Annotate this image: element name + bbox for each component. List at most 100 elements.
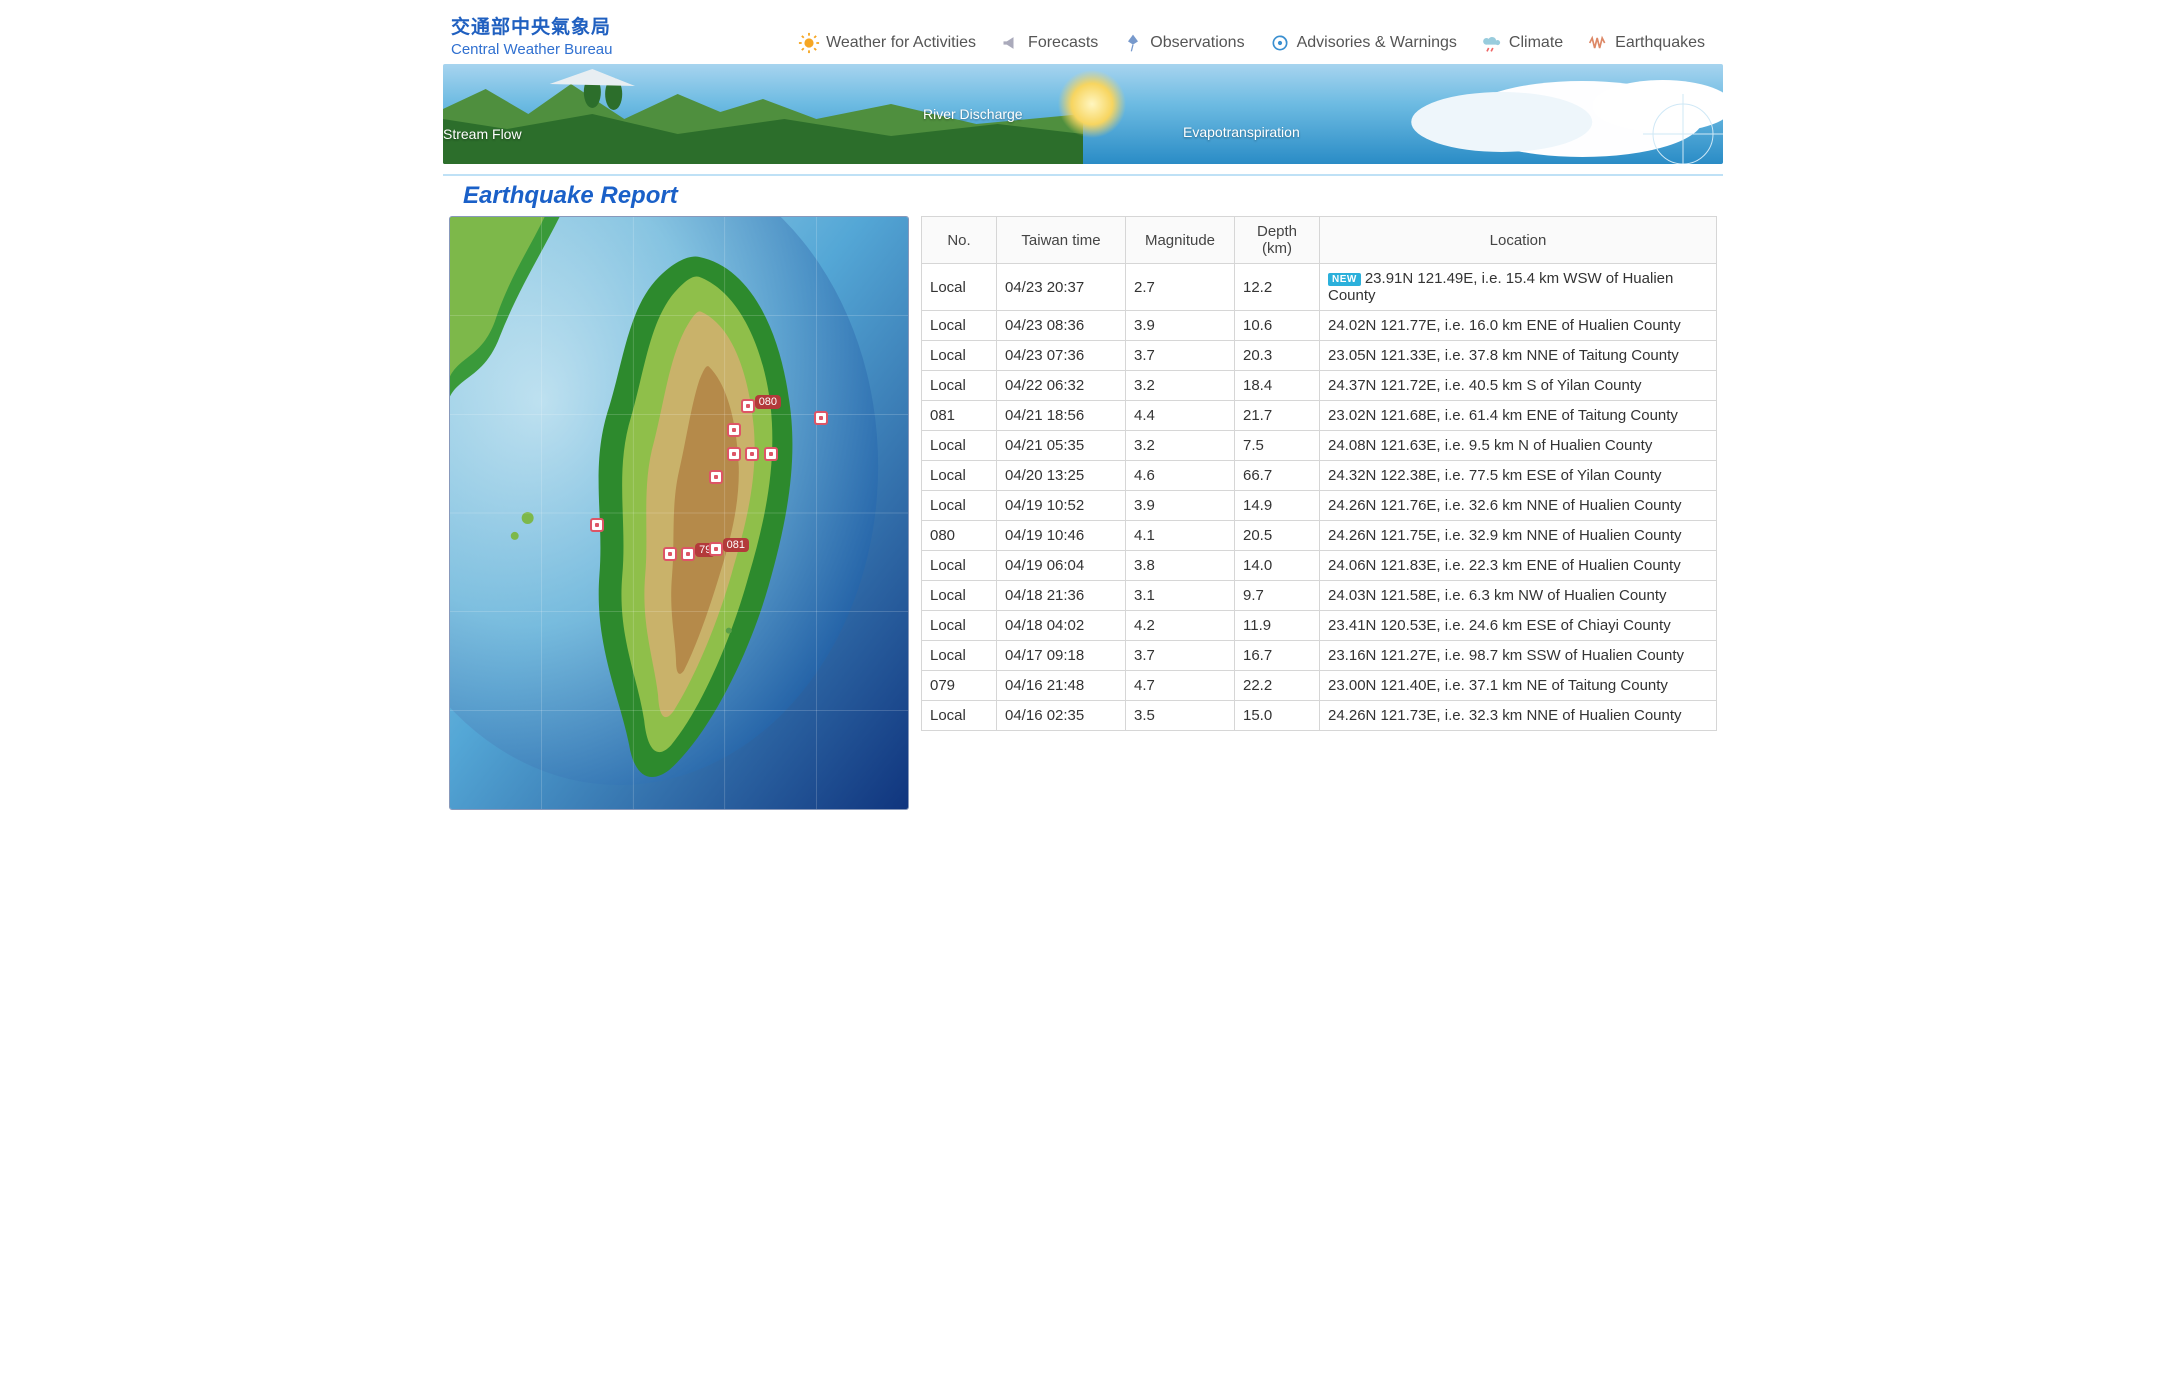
- cell-depth: 11.9: [1235, 611, 1320, 641]
- cell-no: 079: [922, 671, 997, 701]
- cell-no: Local: [922, 431, 997, 461]
- cell-location: 23.02N 121.68E, i.e. 61.4 km ENE of Tait…: [1320, 401, 1717, 431]
- epicenter-icon: [663, 547, 677, 561]
- table-row[interactable]: 08104/21 18:564.421.723.02N 121.68E, i.e…: [922, 401, 1717, 431]
- cell-time: 04/20 13:25: [997, 461, 1126, 491]
- table-row[interactable]: Local04/16 02:353.515.024.26N 121.73E, i…: [922, 701, 1717, 731]
- table-row[interactable]: Local04/17 09:183.716.723.16N 121.27E, i…: [922, 641, 1717, 671]
- table-row[interactable]: Local04/23 07:363.720.323.05N 121.33E, i…: [922, 341, 1717, 371]
- nav-label: Observations: [1150, 34, 1244, 52]
- nav-label: Advisories & Warnings: [1297, 34, 1457, 52]
- cell-no: Local: [922, 341, 997, 371]
- cell-no: 081: [922, 401, 997, 431]
- nav-label: Earthquakes: [1615, 34, 1705, 52]
- table-row[interactable]: Local04/23 08:363.910.624.02N 121.77E, i…: [922, 311, 1717, 341]
- cell-magnitude: 3.9: [1126, 491, 1235, 521]
- megaphone-icon: [1000, 32, 1022, 54]
- table-row[interactable]: Local04/21 05:353.27.524.08N 121.63E, i.…: [922, 431, 1717, 461]
- th-mag: Magnitude: [1126, 217, 1235, 264]
- cell-depth: 14.0: [1235, 551, 1320, 581]
- banner-streamflow-link[interactable]: Stream Flow: [443, 126, 522, 142]
- map-svg: [450, 217, 908, 809]
- table-header-row: No. Taiwan time Magnitude Depth (km) Loc…: [922, 217, 1717, 264]
- epicenter-icon: [764, 447, 778, 461]
- nav-advisories[interactable]: Advisories & Warnings: [1257, 32, 1469, 54]
- cell-time: 04/16 21:48: [997, 671, 1126, 701]
- cell-magnitude: 4.6: [1126, 461, 1235, 491]
- wave-icon: [1587, 32, 1609, 54]
- table-row[interactable]: Local04/19 10:523.914.924.26N 121.76E, i…: [922, 491, 1717, 521]
- epicenter-icon: [727, 423, 741, 437]
- epicenter-marker[interactable]: [727, 423, 741, 437]
- epicenter-marker[interactable]: [814, 411, 828, 425]
- epicenter-icon: [590, 518, 604, 532]
- cell-no: Local: [922, 371, 997, 401]
- epicenter-marker[interactable]: [663, 547, 677, 561]
- table-row[interactable]: Local04/20 13:254.666.724.32N 122.38E, i…: [922, 461, 1717, 491]
- epicenter-label: 081: [723, 538, 749, 552]
- table-row[interactable]: Local04/18 04:024.211.923.41N 120.53E, i…: [922, 611, 1717, 641]
- header: 交通部中央氣象局 Central Weather Bureau Weather …: [443, 0, 1723, 64]
- epicenter-marker[interactable]: [590, 518, 604, 532]
- cell-magnitude: 3.7: [1126, 641, 1235, 671]
- cell-time: 04/22 06:32: [997, 371, 1126, 401]
- main-nav: Weather for Activities Forecasts Observa…: [786, 32, 1717, 58]
- site-logo[interactable]: 交通部中央氣象局 Central Weather Bureau: [443, 12, 612, 58]
- epicenter-marker[interactable]: [709, 470, 723, 484]
- cell-time: 04/19 10:46: [997, 521, 1126, 551]
- cloud-rain-icon: [1481, 32, 1503, 54]
- epicenter-icon: [745, 447, 759, 461]
- cell-location: 24.32N 122.38E, i.e. 77.5 km ESE of Yila…: [1320, 461, 1717, 491]
- epicenter-marker[interactable]: 79: [681, 547, 695, 561]
- cell-magnitude: 4.7: [1126, 671, 1235, 701]
- epicenter-icon: [709, 542, 723, 556]
- table-row[interactable]: 07904/16 21:484.722.223.00N 121.40E, i.e…: [922, 671, 1717, 701]
- cell-no: Local: [922, 551, 997, 581]
- nav-forecasts[interactable]: Forecasts: [988, 32, 1110, 54]
- nav-observations[interactable]: Observations: [1110, 32, 1256, 54]
- cell-no: Local: [922, 461, 997, 491]
- cell-no: Local: [922, 311, 997, 341]
- nav-climate[interactable]: Climate: [1469, 32, 1575, 54]
- th-no: No.: [922, 217, 997, 264]
- epicenter-icon: [814, 411, 828, 425]
- table-row[interactable]: Local04/18 21:363.19.724.03N 121.58E, i.…: [922, 581, 1717, 611]
- cell-magnitude: 3.9: [1126, 311, 1235, 341]
- epicenter-marker[interactable]: 080: [741, 399, 755, 413]
- kite-icon: [1122, 32, 1144, 54]
- cell-no: Local: [922, 491, 997, 521]
- table-row[interactable]: 08004/19 10:464.120.524.26N 121.75E, i.e…: [922, 521, 1717, 551]
- cell-depth: 15.0: [1235, 701, 1320, 731]
- banner-river-link[interactable]: River Discharge: [923, 106, 1023, 122]
- cell-magnitude: 4.2: [1126, 611, 1235, 641]
- nav-earthquakes[interactable]: Earthquakes: [1575, 32, 1717, 54]
- cyclone-icon: [1269, 32, 1291, 54]
- cell-depth: 10.6: [1235, 311, 1320, 341]
- cell-time: 04/19 10:52: [997, 491, 1126, 521]
- site-title-cn: 交通部中央氣象局: [451, 12, 612, 39]
- cell-magnitude: 3.5: [1126, 701, 1235, 731]
- epicenter-marker[interactable]: [745, 447, 759, 461]
- crosshair-icon: [1643, 94, 1723, 164]
- cell-location: 23.41N 120.53E, i.e. 24.6 km ESE of Chia…: [1320, 611, 1717, 641]
- epicenter-icon: [741, 399, 755, 413]
- nav-label: Forecasts: [1028, 34, 1098, 52]
- cell-magnitude: 3.8: [1126, 551, 1235, 581]
- cell-time: 04/23 07:36: [997, 341, 1126, 371]
- banner-evapo-link[interactable]: Evapotranspiration: [1183, 124, 1300, 140]
- nav-activities[interactable]: Weather for Activities: [786, 32, 988, 54]
- earthquake-map[interactable]: 080 79 081: [449, 216, 909, 810]
- table-row[interactable]: Local04/23 20:372.712.2NEW23.91N 121.49E…: [922, 264, 1717, 311]
- cell-no: Local: [922, 701, 997, 731]
- nav-label: Weather for Activities: [826, 34, 976, 52]
- cell-location: NEW23.91N 121.49E, i.e. 15.4 km WSW of H…: [1320, 264, 1717, 311]
- epicenter-marker[interactable]: [727, 447, 741, 461]
- earthquake-table: No. Taiwan time Magnitude Depth (km) Loc…: [921, 216, 1717, 731]
- table-row[interactable]: Local04/22 06:323.218.424.37N 121.72E, i…: [922, 371, 1717, 401]
- cell-location: 23.16N 121.27E, i.e. 98.7 km SSW of Hual…: [1320, 641, 1717, 671]
- cell-time: 04/16 02:35: [997, 701, 1126, 731]
- epicenter-marker[interactable]: 081: [709, 542, 723, 556]
- epicenter-marker[interactable]: [764, 447, 778, 461]
- cell-depth: 12.2: [1235, 264, 1320, 311]
- table-row[interactable]: Local04/19 06:043.814.024.06N 121.83E, i…: [922, 551, 1717, 581]
